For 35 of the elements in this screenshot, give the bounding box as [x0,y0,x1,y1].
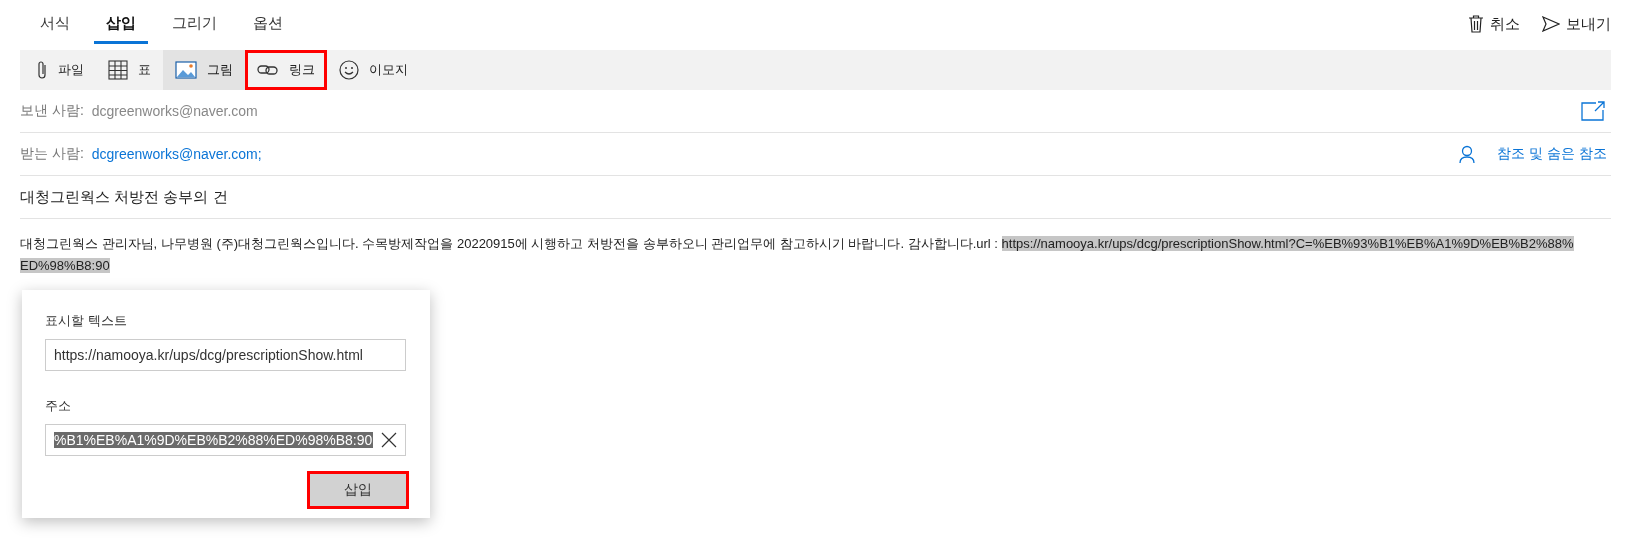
cc-bcc-link[interactable]: 참조 및 숨은 참조 [1497,145,1607,163]
display-text-label: 표시할 텍스트 [45,312,128,330]
toolbar-button[interactable]: 표 [96,50,163,90]
paperclip-icon [36,60,48,80]
address-field[interactable]: %B1%EB%A1%9D%EB%B2%88%ED%98%B8:90 [45,424,406,456]
ribbon-tab[interactable]: 옵션 [241,4,295,44]
insert-button[interactable]: 삽입 [310,474,406,506]
to-label: 받는 사람: [20,145,84,163]
table-icon [108,60,128,80]
selected-link-text: ED%98%B8:90 [20,258,110,273]
send-button[interactable]: 보내기 [1542,14,1611,34]
recipient-address[interactable]: dcgreenworks@naver.com; [91,146,262,162]
selected-link-text: https://namooya.kr/ups/dcg/prescriptionShow.html?C=%EB%93%B1%EB%A1%9D%EB%B2%88% [1001,236,1574,251]
smiley-icon [339,60,359,80]
from-label: 보낸 사람: [20,102,84,120]
ribbon-tab[interactable]: 삽입 [94,4,148,44]
image-icon [175,61,197,79]
discard-button[interactable]: 취소 [1468,14,1520,34]
toolbar-button[interactable]: 파일 [24,50,96,90]
ribbon-tab[interactable]: 서식 [28,4,82,44]
trash-icon [1468,15,1484,33]
sender-address: dcgreenworks@naver.com [91,103,258,119]
subject-text: 대청그린웍스 처방전 송부의 건 [20,187,228,207]
person-icon [1459,145,1476,163]
display-text-field[interactable]: https://namooya.kr/ups/dcg/prescriptionShow.html [45,339,406,371]
send-icon [1542,16,1560,32]
link-icon [257,63,279,77]
toolbar-button[interactable]: 그림 [163,50,245,90]
toolbar-button[interactable]: 링크 [245,50,327,90]
toolbar-button[interactable]: 이모지 [327,50,420,90]
ribbon-tab[interactable]: 그리기 [160,4,229,44]
pop-out-icon[interactable] [1581,101,1605,121]
message-body: 대청그린웍스 관리자님, 나무병원 (주)대청그린웍스입니다. 수목방제작업을 20220915에 시행하고 처방전을 송부하오니 관리업무에 참고하시기 바랍니다. 감사합니다.url : [20,236,999,251]
address-label: 주소 [45,397,72,415]
close-icon[interactable] [381,432,397,448]
